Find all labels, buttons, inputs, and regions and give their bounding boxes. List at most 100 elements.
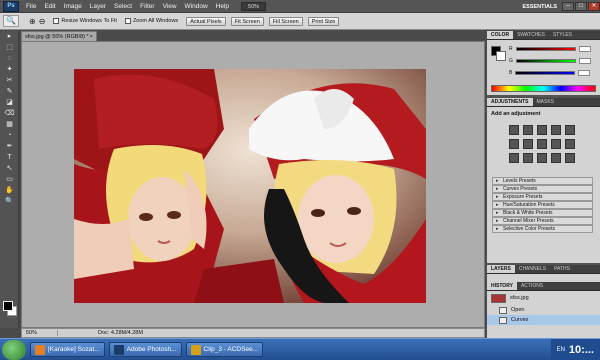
magic-wand-icon[interactable]: ✦ bbox=[2, 65, 17, 75]
taskbar-item-photoshop[interactable]: Adobe Photosh... bbox=[108, 342, 182, 357]
workspace-switcher[interactable]: ESSENTIALS bbox=[522, 4, 557, 10]
taskbar-item-acdsee[interactable]: Clip_3 - ACDSee... bbox=[185, 342, 264, 357]
document-tab[interactable]: sfss.jpg @ 50% (RGB/8) * × bbox=[21, 31, 97, 41]
vibrance-icon[interactable] bbox=[565, 125, 575, 135]
posterize-icon[interactable] bbox=[523, 153, 533, 163]
tab-layers[interactable]: LAYERS bbox=[487, 265, 515, 273]
invert-icon[interactable] bbox=[509, 153, 519, 163]
dodge-tool-icon[interactable]: ◔ bbox=[2, 131, 17, 141]
fit-screen-button[interactable]: Fit Screen bbox=[230, 16, 264, 26]
lasso-tool-icon[interactable]: ◌ bbox=[2, 54, 17, 64]
print-size-button[interactable]: Print Size bbox=[307, 16, 340, 26]
curves-icon[interactable] bbox=[537, 125, 547, 135]
green-value[interactable] bbox=[578, 58, 591, 64]
menu-right: ESSENTIALS – □ ✕ bbox=[462, 0, 600, 13]
preset-levels[interactable]: Levels Presets bbox=[492, 177, 593, 185]
color-balance-icon[interactable] bbox=[523, 139, 533, 149]
brush-tool-icon[interactable]: ✎ bbox=[2, 87, 17, 97]
zoom-all-windows-checkbox[interactable]: Zoom All Windows bbox=[124, 18, 178, 24]
menu-select[interactable]: Select bbox=[110, 3, 136, 10]
tab-channels[interactable]: CHANNELS bbox=[515, 265, 550, 273]
hand-tool-icon[interactable]: ✋ bbox=[2, 186, 17, 196]
move-tool-icon[interactable]: ▸ bbox=[2, 32, 17, 42]
tab-actions[interactable]: ACTIONS bbox=[517, 282, 547, 290]
gradient-tool-icon[interactable]: ▦ bbox=[2, 120, 17, 130]
start-button[interactable] bbox=[2, 339, 26, 360]
color-spectrum[interactable] bbox=[491, 85, 596, 92]
document-image[interactable] bbox=[74, 69, 426, 303]
history-snapshot[interactable]: sfss.jpg bbox=[487, 291, 600, 305]
taskbar-item-karaoke[interactable]: [Karaoke] Sozat... bbox=[30, 342, 105, 357]
clone-stamp-icon[interactable]: ◪ bbox=[2, 98, 17, 108]
zoom-tool-icon[interactable]: 🔍 bbox=[2, 197, 17, 207]
photo-filter-icon[interactable] bbox=[551, 139, 561, 149]
menu-edit[interactable]: Edit bbox=[40, 3, 59, 10]
history-step-curves[interactable]: Curves bbox=[487, 315, 600, 325]
resize-windows-checkbox[interactable]: Resize Windows To Fit bbox=[53, 18, 117, 24]
menu-image[interactable]: Image bbox=[60, 3, 86, 10]
preset-black-white[interactable]: Black & White Presets bbox=[492, 209, 593, 217]
tab-paths[interactable]: PATHS bbox=[550, 265, 574, 273]
red-track[interactable] bbox=[515, 47, 576, 51]
preset-channel-mixer[interactable]: Channel Mixer Presets bbox=[492, 217, 593, 225]
menu-layer[interactable]: Layer bbox=[86, 3, 110, 10]
green-track[interactable] bbox=[515, 59, 576, 63]
path-select-icon[interactable]: ↖ bbox=[2, 164, 17, 174]
zoom-in-icon[interactable]: ⊕ bbox=[29, 17, 36, 26]
foreground-color-swatch[interactable] bbox=[3, 301, 13, 311]
zoom-level-select[interactable]: 50% bbox=[241, 1, 267, 11]
threshold-icon[interactable] bbox=[537, 153, 547, 163]
exposure-icon[interactable] bbox=[551, 125, 561, 135]
black-white-icon[interactable] bbox=[537, 139, 547, 149]
preset-exposure[interactable]: Exposure Presets bbox=[492, 193, 593, 201]
menu-view[interactable]: View bbox=[159, 3, 181, 10]
blue-slider[interactable]: B bbox=[509, 70, 591, 76]
green-slider[interactable]: G bbox=[509, 58, 591, 64]
document-title: sfss.jpg @ 50% (RGB/8) * bbox=[25, 34, 89, 40]
menu-filter[interactable]: Filter bbox=[136, 3, 158, 10]
levels-icon[interactable] bbox=[523, 125, 533, 135]
blue-value[interactable] bbox=[578, 70, 591, 76]
language-indicator[interactable]: EN bbox=[557, 347, 565, 353]
preset-selective-color[interactable]: Selective Color Presets bbox=[492, 225, 593, 233]
tab-swatches[interactable]: SWATCHES bbox=[513, 31, 549, 39]
menu-file[interactable]: File bbox=[22, 3, 40, 10]
minimize-button[interactable]: – bbox=[562, 2, 574, 11]
close-button[interactable]: ✕ bbox=[588, 2, 600, 11]
clock[interactable]: 10:... bbox=[569, 344, 594, 356]
fill-screen-button[interactable]: Fill Screen bbox=[268, 16, 303, 26]
menu-window[interactable]: Window bbox=[181, 3, 212, 10]
preset-hue-saturation[interactable]: Hue/Saturation Presets bbox=[492, 201, 593, 209]
menu-help[interactable]: Help bbox=[212, 3, 233, 10]
tab-history[interactable]: HISTORY bbox=[487, 282, 517, 290]
crop-tool-icon[interactable]: ✂ bbox=[2, 76, 17, 86]
status-zoom[interactable]: 50% bbox=[22, 330, 58, 336]
type-tool-icon[interactable]: T bbox=[2, 153, 17, 163]
tab-color[interactable]: COLOR bbox=[487, 31, 514, 39]
blue-track[interactable] bbox=[515, 71, 576, 75]
zoom-tool-icon[interactable]: 🔍 bbox=[3, 15, 19, 27]
marquee-tool-icon[interactable]: ⬚ bbox=[2, 43, 17, 53]
checkbox-icon bbox=[124, 18, 131, 24]
history-step-open[interactable]: Open bbox=[487, 305, 600, 315]
panel-dock: COLOR SWATCHES STYLES R G B ADJUSTMENTS … bbox=[487, 31, 600, 356]
red-value[interactable] bbox=[578, 46, 591, 52]
preset-curves[interactable]: Curves Presets bbox=[492, 185, 593, 193]
pen-tool-icon[interactable]: ✒ bbox=[2, 142, 17, 152]
gradient-map-icon[interactable] bbox=[551, 153, 561, 163]
doc-size-info[interactable]: Doc: 4.28M/4.28M bbox=[58, 330, 143, 336]
selective-color-icon[interactable] bbox=[565, 153, 575, 163]
zoom-out-icon[interactable]: ⊖ bbox=[39, 17, 46, 26]
eraser-tool-icon[interactable]: ⌫ bbox=[2, 109, 17, 119]
background-color-swatch[interactable] bbox=[496, 51, 506, 61]
red-slider[interactable]: R bbox=[509, 46, 591, 52]
shape-tool-icon[interactable]: ▭ bbox=[2, 175, 17, 185]
actual-pixels-button[interactable]: Actual Pixels bbox=[186, 16, 226, 26]
hue-saturation-icon[interactable] bbox=[509, 139, 519, 149]
tab-styles[interactable]: STYLES bbox=[549, 31, 576, 39]
channel-mixer-icon[interactable] bbox=[565, 139, 575, 149]
maximize-button[interactable]: □ bbox=[575, 2, 587, 11]
tab-adjustments[interactable]: ADJUSTMENTS bbox=[487, 98, 533, 106]
tab-masks[interactable]: MASKS bbox=[533, 98, 559, 106]
brightness-icon[interactable] bbox=[509, 125, 519, 135]
